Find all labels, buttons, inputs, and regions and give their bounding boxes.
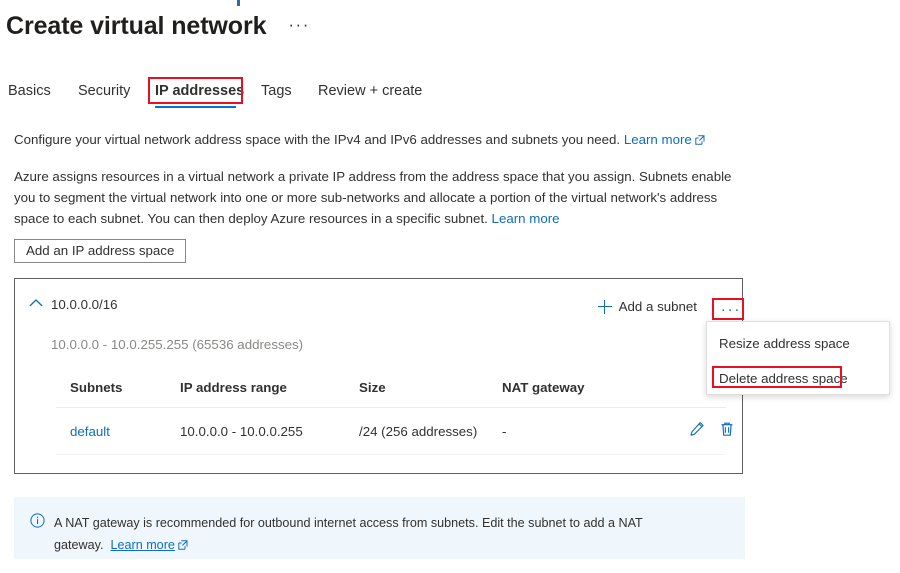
add-subnet-label: Add a subnet (618, 299, 697, 314)
address-space-context-menu: Resize address space Delete address spac… (706, 321, 890, 395)
edit-icon[interactable] (688, 420, 706, 438)
tab-tags[interactable]: Tags (258, 80, 295, 103)
subnet-nat-gateway-cell: - (502, 424, 507, 439)
banner-text: A NAT gateway is recommended for outboun… (54, 512, 734, 556)
info-icon (30, 513, 45, 528)
address-space-panel: 10.0.0.0/16 Add a subnet ··· 10.0.0.0 - … (14, 278, 743, 474)
address-space-header: 10.0.0.0/16 Add a subnet ··· (15, 279, 742, 327)
subnet-size-cell: /24 (256 addresses) (359, 424, 478, 439)
tab-basics[interactable]: Basics (5, 80, 54, 103)
plus-icon (597, 299, 612, 314)
description-paragraph-2-text: Azure assigns resources in a virtual net… (14, 169, 732, 226)
page-root: Create virtual network ··· Basics Securi… (0, 0, 900, 573)
column-header-subnets: Subnets (70, 380, 123, 395)
page-title: Create virtual network (6, 12, 267, 40)
add-subnet-button[interactable]: Add a subnet (597, 299, 697, 314)
add-ip-address-space-button[interactable]: Add an IP address space (14, 239, 187, 263)
learn-more-link-2[interactable]: Learn more (492, 211, 560, 226)
column-header-nat-gateway: NAT gateway (502, 380, 585, 395)
learn-more-link-1[interactable]: Learn more (624, 132, 692, 147)
column-header-size: Size (359, 380, 386, 395)
more-menu-highlight-box (712, 298, 744, 320)
subnet-name-cell: default (70, 424, 110, 439)
address-space-cidr: 10.0.0.0/16 (51, 297, 118, 312)
address-space-range-summary: 10.0.0.0 - 10.0.255.255 (65536 addresses… (51, 337, 304, 352)
tab-security[interactable]: Security (75, 80, 133, 103)
tab-ip-addresses-highlight-box (148, 77, 243, 104)
external-link-icon (695, 135, 705, 145)
subnets-table: Subnets IP address range Size NAT gatewa… (56, 373, 733, 455)
page-title-more-menu-icon[interactable]: ··· (288, 15, 309, 35)
subnet-ip-range-cell: 10.0.0.0 - 10.0.0.255 (180, 424, 303, 439)
description-paragraph-1: Configure your virtual network address s… (14, 129, 774, 150)
page-header: Create virtual network ··· (6, 12, 310, 41)
table-row: default 10.0.0.0 - 10.0.0.255 /24 (256 a… (56, 408, 733, 455)
cut-off-top-element (237, 0, 240, 6)
external-link-icon (178, 540, 188, 550)
description-paragraph-2: Azure assigns resources in a virtual net… (14, 166, 749, 229)
subnet-name-link[interactable]: default (70, 424, 110, 439)
banner-learn-more-link[interactable]: Learn more (110, 538, 174, 552)
description-paragraph-1-text: Configure your virtual network address s… (14, 132, 621, 147)
tab-selected-underline (155, 106, 236, 108)
subnets-table-header: Subnets IP address range Size NAT gatewa… (56, 373, 726, 408)
chevron-up-icon[interactable] (29, 298, 43, 308)
delete-icon[interactable] (718, 420, 736, 438)
nat-gateway-info-banner: A NAT gateway is recommended for outboun… (14, 497, 745, 559)
context-menu-item-delete-address-space[interactable]: Delete address space (707, 363, 889, 395)
column-header-ip-range: IP address range (180, 380, 287, 395)
tab-review-create[interactable]: Review + create (315, 80, 425, 103)
context-menu-item-resize-address-space[interactable]: Resize address space (707, 328, 889, 360)
